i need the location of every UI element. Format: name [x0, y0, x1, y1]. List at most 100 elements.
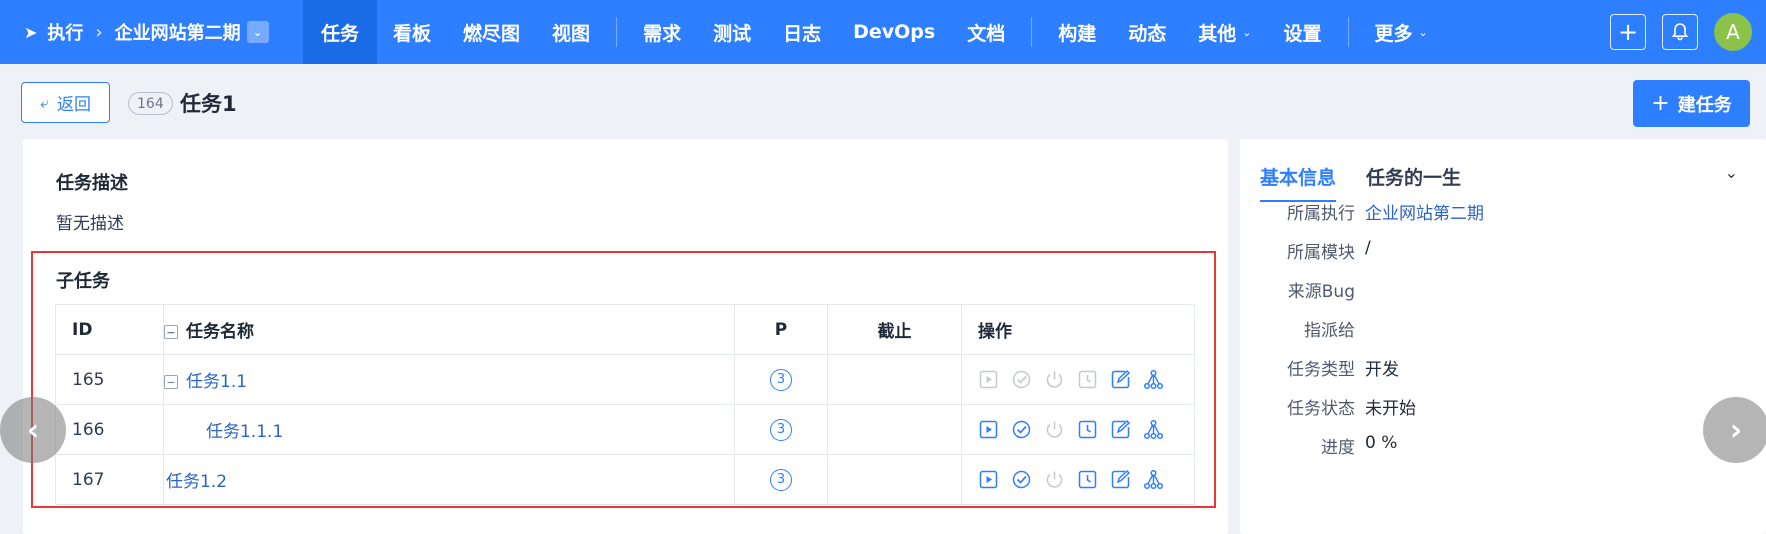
finish-icon[interactable]: [1011, 469, 1032, 490]
create-task-label: 建任务: [1677, 94, 1732, 116]
cell-deadline: [827, 354, 962, 405]
nav-item-log[interactable]: 日志: [767, 0, 837, 64]
nav-item-more[interactable]: 更多 ⌄: [1359, 0, 1444, 64]
chevron-down-icon[interactable]: ⌄: [246, 21, 269, 43]
nav-item-settings[interactable]: 设置: [1268, 0, 1338, 64]
cell-priority: 3: [734, 454, 828, 505]
top-navbar: ➤ 执行 › 企业网站第二期 ⌄ 任务 看板 燃尽图 视图 需求 测试 日志 D…: [0, 0, 1766, 64]
column-header-name[interactable]: − 任务名称: [163, 304, 735, 355]
nav-item-label: 测试: [713, 22, 752, 45]
edit-icon[interactable]: [1110, 469, 1131, 490]
breadcrumb: ➤ 执行 › 企业网站第二期 ⌄: [0, 0, 303, 64]
breadcrumb-separator: ›: [95, 21, 103, 43]
nav-item-view[interactable]: 视图: [536, 0, 606, 64]
chevron-down-icon[interactable]: ⌄: [1725, 163, 1738, 182]
nav-item-other[interactable]: 其他 ⌄: [1182, 0, 1267, 64]
finish-icon: [1011, 369, 1032, 390]
nav-item-dynamic[interactable]: 动态: [1112, 0, 1182, 64]
record-effort-icon[interactable]: [1077, 419, 1098, 440]
nav-item-task[interactable]: 任务: [303, 0, 378, 64]
cell-actions: [961, 354, 1195, 405]
chevron-down-icon: ⌄: [1242, 25, 1252, 39]
nav-item-kanban[interactable]: 看板: [377, 0, 447, 64]
column-header-deadline[interactable]: 截止: [827, 304, 962, 355]
table-row: 165− 任务1.1 3: [55, 354, 1195, 405]
tab-basic-info[interactable]: 基本信息: [1260, 163, 1337, 202]
chevron-down-icon: ⌄: [1418, 25, 1428, 39]
collapse-toggle-icon[interactable]: −: [164, 375, 178, 389]
create-task-button[interactable]: + 建任务: [1633, 80, 1750, 127]
batch-create-icon[interactable]: [1143, 469, 1164, 490]
cell-actions: [961, 404, 1195, 455]
start-icon[interactable]: [978, 419, 999, 440]
page-title: 任务1: [180, 92, 237, 116]
cell-priority: 3: [734, 404, 828, 455]
nav-item-label: 需求: [643, 22, 682, 45]
close-icon: [1044, 369, 1065, 390]
edit-icon[interactable]: [1110, 369, 1131, 390]
cell-id: 165: [55, 354, 164, 405]
next-task-button[interactable]: ›: [1703, 397, 1766, 463]
project-switcher-label[interactable]: 企业网站第二期: [115, 19, 241, 45]
table-header-row: ID − 任务名称 P 截止 操作: [55, 304, 1195, 355]
nav-item-build[interactable]: 构建: [1042, 0, 1112, 64]
edit-icon[interactable]: [1110, 419, 1131, 440]
nav-item-test[interactable]: 测试: [697, 0, 767, 64]
notification-button[interactable]: [1662, 14, 1698, 50]
batch-create-icon[interactable]: [1143, 369, 1164, 390]
subtask-table: ID − 任务名称 P 截止 操作 165− 任务1.1 3 166 任务1.1.1 3 16…: [55, 304, 1195, 505]
info-row: 任务状态 未开始: [1240, 394, 1740, 420]
description-title: 任务描述: [56, 173, 128, 194]
info-label: 任务类型: [1287, 360, 1355, 380]
back-label: 返回: [56, 95, 91, 115]
nav-item-burndown[interactable]: 燃尽图: [447, 0, 536, 64]
nav-item-label: DevOps: [853, 21, 936, 43]
table-row: 166 任务1.1.1 3: [55, 404, 1195, 455]
info-value: 未开始: [1365, 399, 1416, 419]
close-icon: [1044, 419, 1065, 440]
chevron-left-icon: ‹: [26, 412, 40, 448]
tab-task-lifecycle[interactable]: 任务的一生: [1366, 163, 1461, 190]
info-row: 进度 0 %: [1240, 433, 1740, 459]
cell-name: − 任务1.1: [163, 354, 735, 405]
column-header-priority[interactable]: P: [734, 304, 828, 355]
info-row: 所属模块 /: [1240, 238, 1740, 264]
quick-add-button[interactable]: +: [1610, 14, 1646, 50]
nav-item-label: 构建: [1058, 22, 1097, 45]
back-button[interactable]: ⤶ 返回: [21, 82, 110, 123]
nav-item-label: 设置: [1283, 22, 1322, 45]
info-label: 进度: [1321, 438, 1355, 458]
bell-icon: [1671, 23, 1689, 41]
batch-create-icon[interactable]: [1143, 419, 1164, 440]
nav-item-label: 日志: [783, 22, 822, 45]
info-label: 所属执行: [1287, 204, 1355, 224]
subtask-name-link[interactable]: 任务1.1.1: [206, 422, 283, 442]
task-info-panel: 基本信息 任务的一生 ⌄ 所属执行 企业网站第二期 所属模块 / 来源Bug 指派给 任务类…: [1240, 139, 1766, 534]
nav-item-devops[interactable]: DevOps: [837, 0, 951, 64]
finish-icon[interactable]: [1011, 419, 1032, 440]
nav-item-label: 动态: [1128, 22, 1167, 45]
info-value[interactable]: 企业网站第二期: [1365, 199, 1484, 225]
nav-item-doc[interactable]: 文档: [951, 0, 1021, 64]
subtask-table-body: 165− 任务1.1 3 166 任务1.1.1 3 167 任务1.2 3: [55, 354, 1195, 505]
start-icon[interactable]: [978, 469, 999, 490]
info-row: 来源Bug: [1240, 277, 1740, 303]
nav-item-label: 其他: [1198, 22, 1237, 45]
info-row: 任务类型 开发: [1240, 355, 1740, 381]
collapse-all-icon[interactable]: −: [164, 325, 178, 339]
nav-menu: 任务 看板 燃尽图 视图 需求 测试 日志 DevOps 文档 构建 动态 其他…: [303, 0, 1444, 64]
cell-id: 166: [55, 404, 164, 455]
subtask-name-link[interactable]: 任务1.2: [166, 472, 227, 492]
cell-id: 167: [55, 454, 164, 505]
nav-divider: [1031, 17, 1033, 47]
record-effort-icon[interactable]: [1077, 469, 1098, 490]
subtask-name-link[interactable]: 任务1.1: [186, 372, 247, 392]
avatar[interactable]: A: [1714, 13, 1752, 51]
priority-badge: 3: [770, 418, 792, 441]
column-header-id[interactable]: ID: [55, 304, 164, 355]
nav-item-story[interactable]: 需求: [627, 0, 697, 64]
breadcrumb-root[interactable]: 执行: [47, 19, 83, 45]
info-value: 开发: [1365, 360, 1399, 380]
previous-task-button[interactable]: ‹: [0, 397, 66, 463]
plus-icon: +: [1617, 18, 1639, 46]
